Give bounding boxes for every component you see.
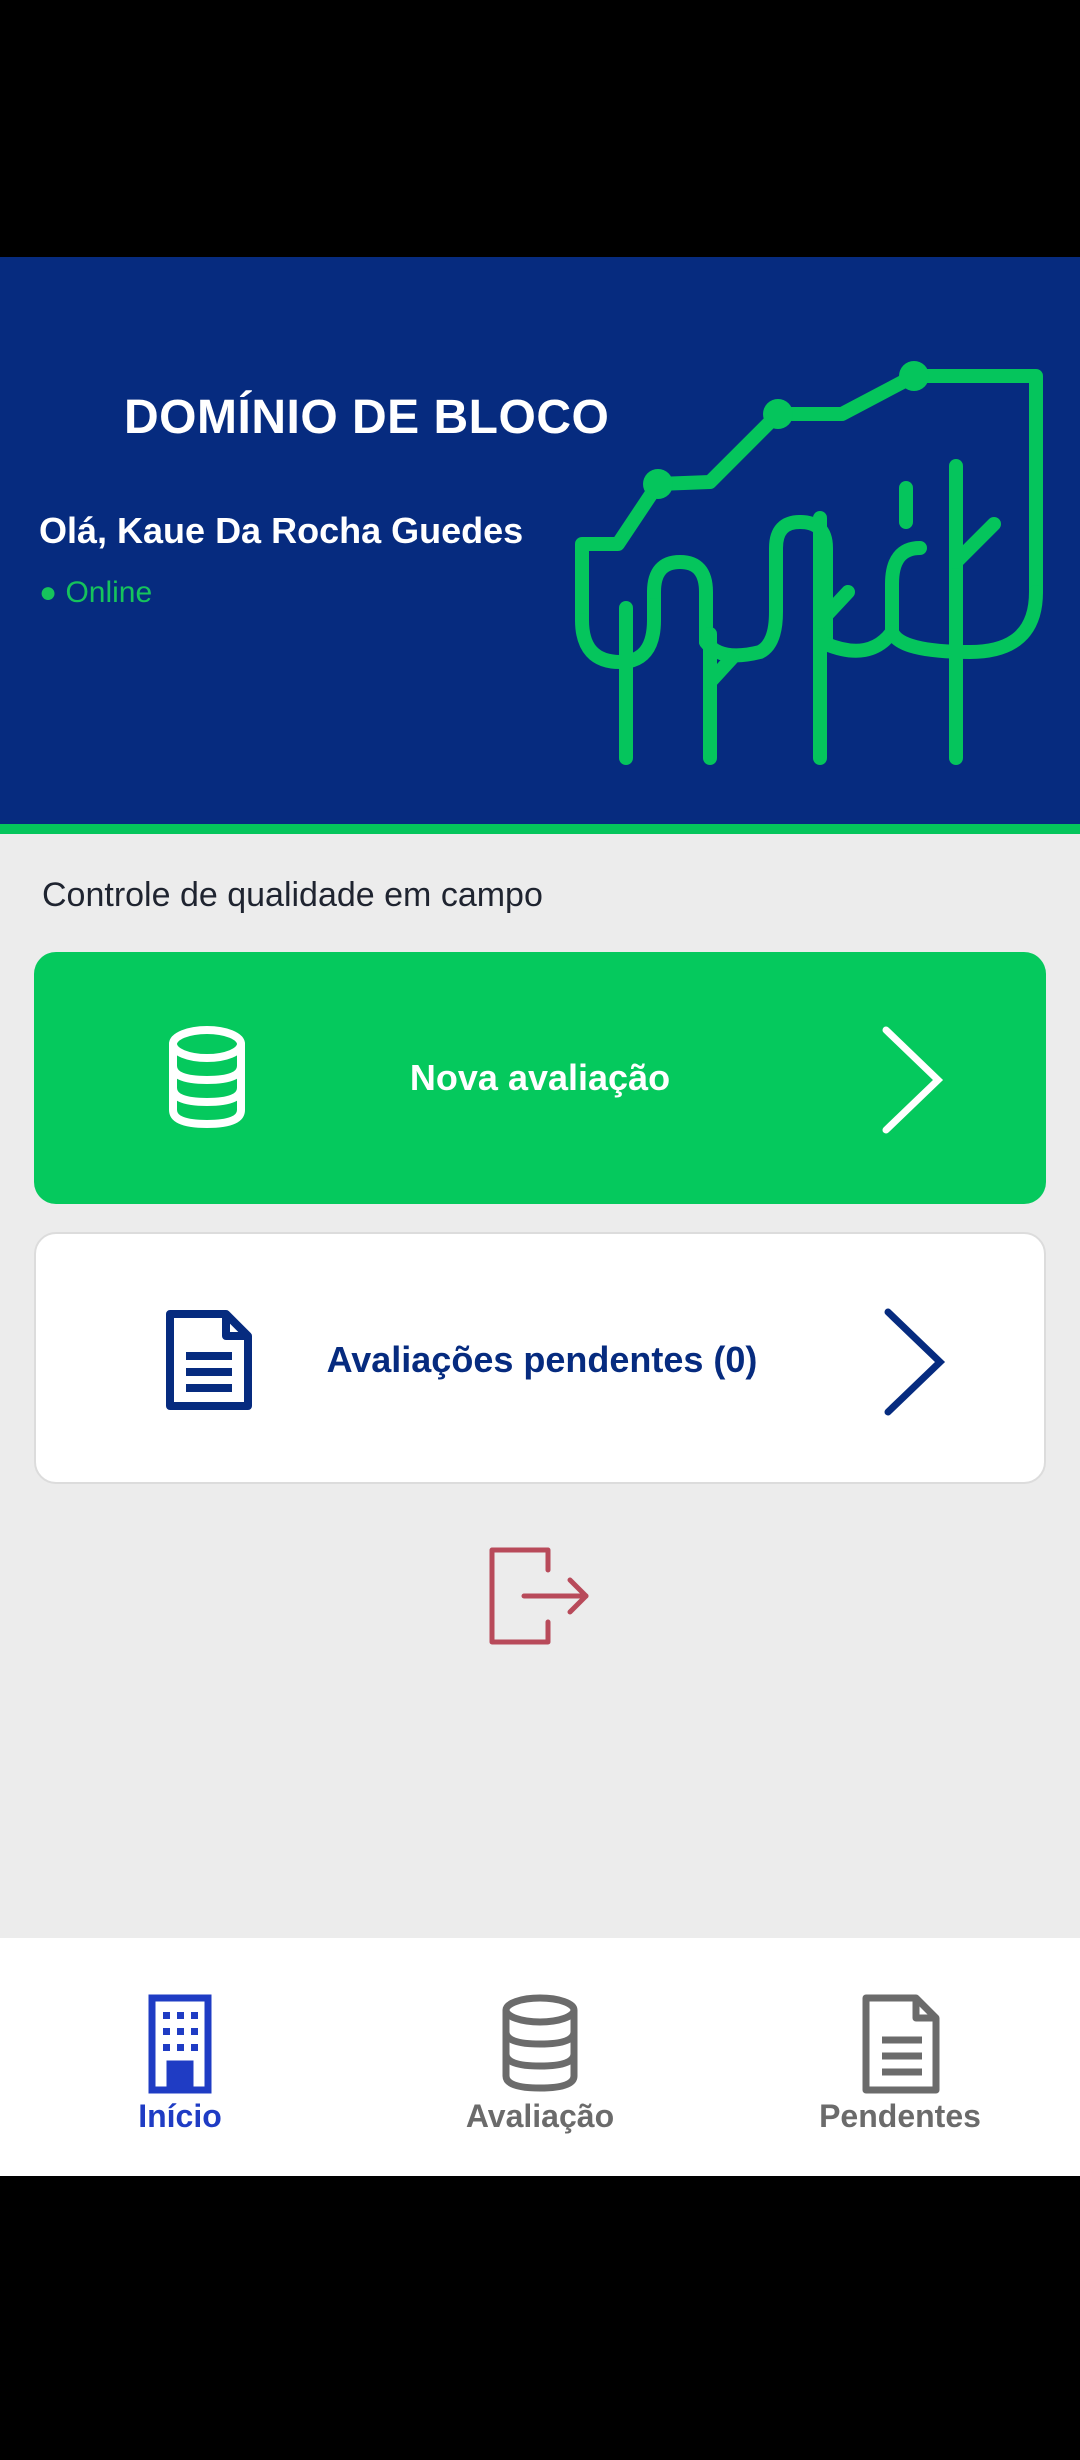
forest-logo-icon [575,361,1043,765]
system-navigation-area [0,2176,1080,2460]
user-greeting: Olá, Kaue Da Rocha Guedes [39,510,524,551]
app-title: DOMÍNIO DE BLOCO [124,391,610,444]
bottom-navigation: Início Avaliação Pendentes [0,1938,1080,2176]
new-evaluation-button[interactable]: Nova avaliação [34,952,1046,1204]
document-icon [862,1994,940,2094]
header-accent-line [0,824,1080,834]
chevron-right-icon [882,1026,944,1134]
status-bar [0,0,1080,257]
chevron-right-icon [884,1308,946,1416]
nav-item-inicio[interactable]: Início [0,1938,360,2176]
database-icon [502,1994,578,2092]
pending-evaluations-button[interactable]: Avaliações pendentes (0) [34,1232,1046,1484]
nav-item-pendentes[interactable]: Pendentes [720,1938,1080,2176]
logout-icon[interactable] [486,1546,596,1646]
nav-label-avaliacao: Avaliação [465,2098,615,2134]
online-status: ● Online [39,576,153,609]
nav-label-inicio: Início [138,2098,222,2134]
building-icon [148,1994,212,2094]
nav-item-avaliacao[interactable]: Avaliação [360,1938,720,2176]
section-title: Controle de qualidade em campo [42,876,543,914]
nav-label-pendentes: Pendentes [819,2098,981,2134]
